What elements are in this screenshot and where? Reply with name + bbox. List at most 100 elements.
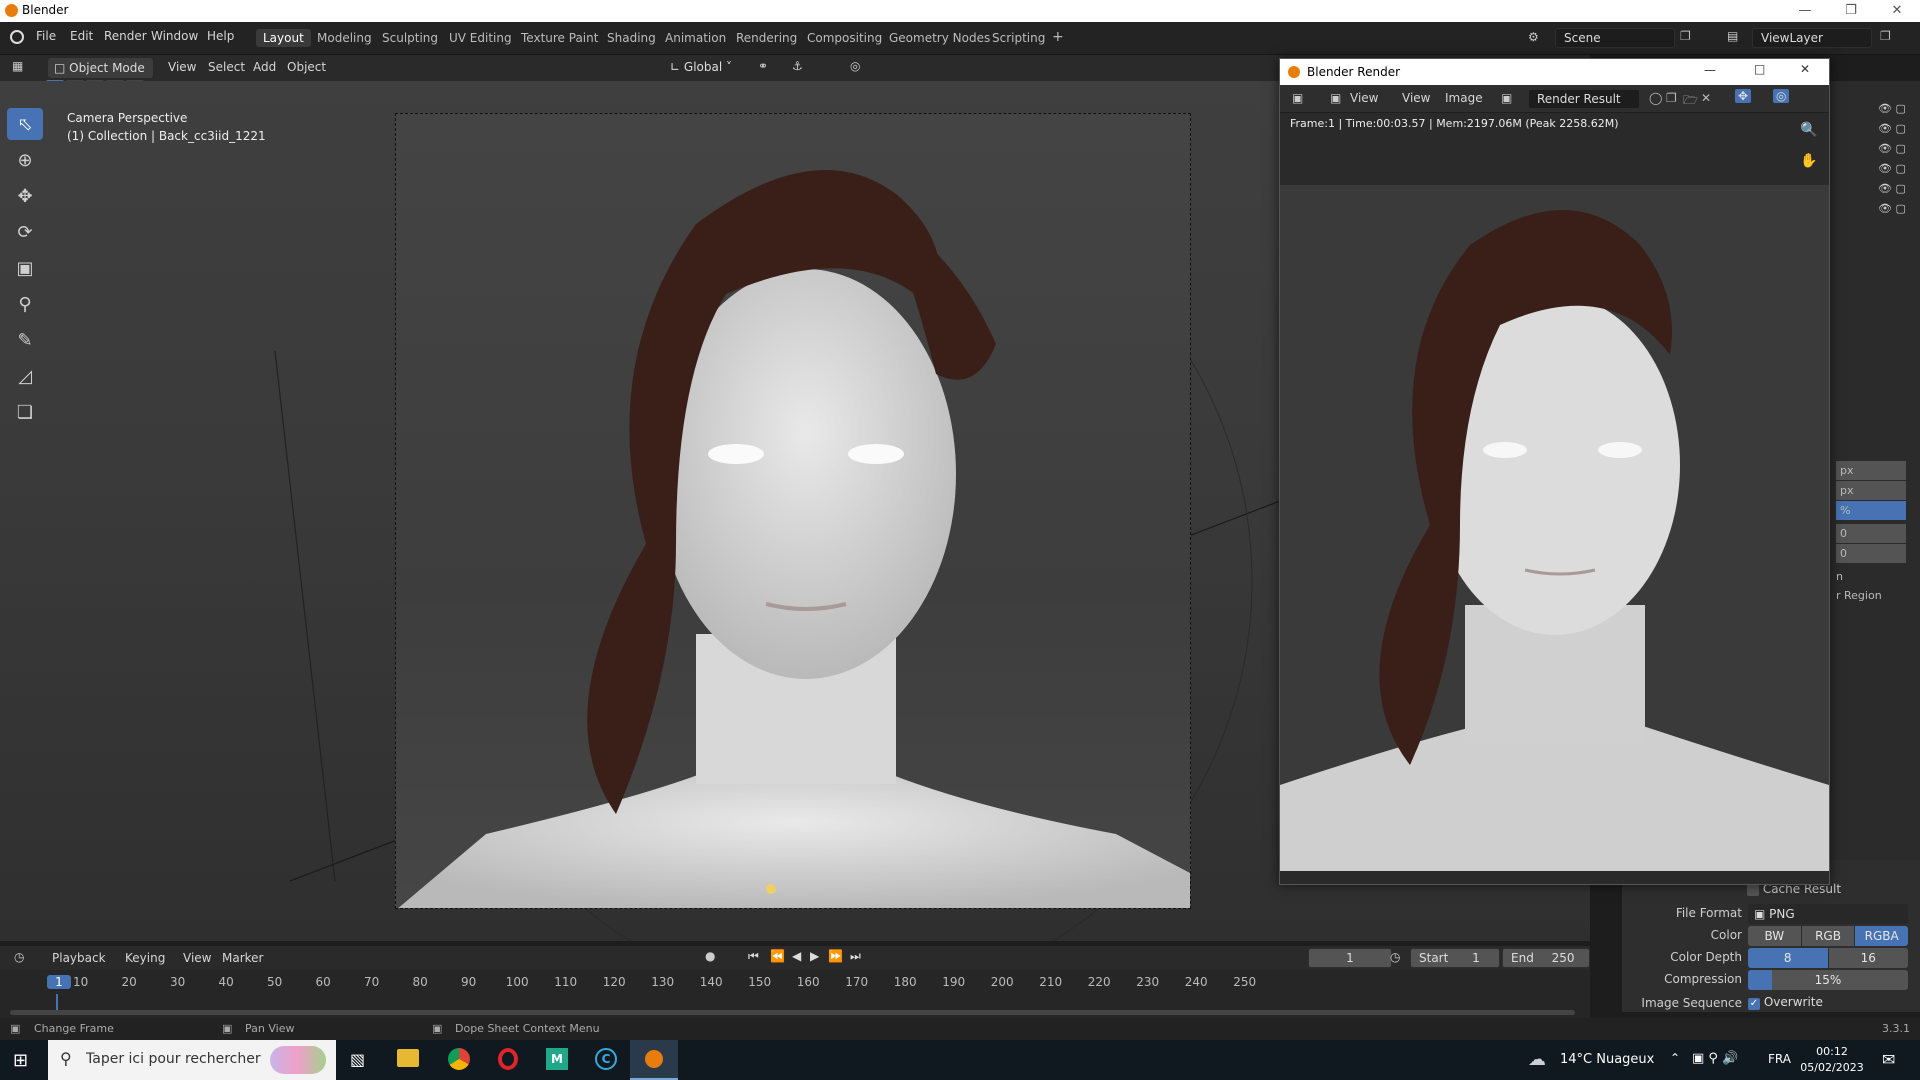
viewport-menu-add[interactable]: Add [253, 60, 276, 74]
end-frame-field[interactable]: End 250 [1502, 948, 1590, 968]
jump-start-icon[interactable]: ⏮ [748, 949, 759, 964]
mode-dropdown[interactable]: □ Object Mode ˅ [48, 58, 153, 95]
timeline-editor-type-icon[interactable]: ◷ [14, 950, 24, 964]
keyframe-record-icon[interactable]: ● [705, 949, 715, 963]
tab-layout[interactable]: Layout [256, 29, 311, 47]
render-view-mode-dropdown[interactable]: View [1350, 91, 1378, 105]
start-frame-field[interactable]: Start 1 [1410, 948, 1500, 968]
new-image-icon[interactable]: ❐ [1666, 91, 1677, 105]
render-menu-image[interactable]: Image [1445, 91, 1483, 105]
current-frame-field[interactable]: 1 [1308, 948, 1392, 968]
viewlayer-icon[interactable]: ▤ [1727, 29, 1738, 43]
play-reverse-icon[interactable]: ◀ [792, 949, 801, 963]
orientation-dropdown[interactable]: ∟ Global ˅ [670, 60, 732, 74]
menu-window[interactable]: Window [151, 29, 198, 43]
tab-shading[interactable]: Shading [600, 29, 663, 47]
jump-next-keyframe-icon[interactable]: ⏩ [828, 949, 843, 963]
aspect-x-value[interactable]: 0 [1836, 524, 1906, 543]
timeline-current-frame-marker[interactable]: 1 [47, 975, 71, 989]
viewport-menu-object[interactable]: Object [287, 60, 326, 74]
file-format-dropdown[interactable]: ▣ PNG [1748, 904, 1908, 924]
eye-icon[interactable]: 👁 ▢ [1878, 159, 1906, 179]
taskbar-search[interactable]: ⚲ Taper ici pour rechercher [48, 1040, 336, 1080]
menu-file[interactable]: File [36, 29, 56, 43]
tab-rendering[interactable]: Rendering [729, 29, 804, 47]
color-rgba-option[interactable]: RGBA [1855, 926, 1909, 946]
new-viewlayer-icon[interactable]: ❐ [1880, 29, 1891, 43]
aspect-y-value[interactable]: 0 [1836, 544, 1906, 563]
restore-button[interactable]: ❐ [1828, 0, 1874, 22]
unlink-image-icon[interactable]: ✕ [1701, 91, 1711, 105]
close-button[interactable]: ✕ [1874, 0, 1920, 22]
render-close-button[interactable]: ✕ [1800, 62, 1810, 76]
timeline-ruler[interactable]: 1 10 20 30 40 50 60 70 80 90 100 110 120 130 140 150 160… [0, 972, 1590, 1012]
menu-render[interactable]: Render [104, 29, 147, 43]
opera-icon[interactable] [498, 1048, 518, 1070]
image-browse-icon[interactable]: ▣ [1501, 91, 1512, 105]
app-m-icon[interactable]: M [546, 1048, 568, 1070]
image-editor-type-icon[interactable]: ▣ [1292, 91, 1303, 105]
color-rgb-option[interactable]: RGB [1801, 926, 1855, 946]
cache-result-checkbox[interactable] [1747, 883, 1759, 896]
tab-compositing[interactable]: Compositing [800, 29, 889, 47]
viewlayer-field[interactable]: ViewLayer [1752, 28, 1872, 48]
move-tool-icon[interactable]: ✥ [7, 180, 43, 212]
eye-icon[interactable]: 👁 ▢ [1878, 99, 1906, 119]
minimize-button[interactable]: — [1782, 0, 1828, 22]
annotate-tool-icon[interactable]: ✎ [7, 324, 43, 356]
tab-texture-paint[interactable]: Texture Paint [514, 29, 605, 47]
menu-edit[interactable]: Edit [70, 29, 93, 43]
notifications-icon[interactable]: ✉ [1882, 1050, 1895, 1069]
tab-sculpting[interactable]: Sculpting [375, 29, 445, 47]
eye-icon[interactable]: 👁 ▢ [1878, 179, 1906, 199]
zoom-icon[interactable]: 🔍 [1800, 122, 1817, 138]
show-hidden-icons-icon[interactable]: ⌃ [1670, 1051, 1680, 1065]
timeline-menu-view[interactable]: View [183, 951, 211, 965]
select-box-tool-icon[interactable]: ⬁ [7, 108, 43, 140]
chrome-icon[interactable] [448, 1048, 470, 1070]
scale-tool-icon[interactable]: ▣ [7, 252, 43, 284]
viewport-menu-select[interactable]: Select [208, 60, 245, 74]
timeline-menu-keying[interactable]: Keying [125, 951, 165, 965]
render-result-image[interactable] [1280, 185, 1829, 871]
add-cube-tool-icon[interactable]: ❏ [7, 396, 43, 428]
blender-menu-icon[interactable] [10, 30, 24, 44]
overwrite-row[interactable]: ✓ Overwrite [1748, 995, 1823, 1010]
eye-icon[interactable]: 👁 ▢ [1878, 199, 1906, 219]
new-scene-icon[interactable]: ❐ [1680, 29, 1691, 43]
file-explorer-icon[interactable] [397, 1049, 419, 1067]
weather-text[interactable]: 14°C Nuageux [1560, 1052, 1654, 1067]
timeline-menu-playback[interactable]: Playback [52, 951, 106, 965]
render-menu-view[interactable]: View [1402, 91, 1430, 105]
jump-end-icon[interactable]: ⏭ [850, 949, 861, 964]
measure-tool-icon[interactable]: ◿ [7, 360, 43, 392]
scene-field[interactable]: Scene [1555, 28, 1675, 48]
editor-type-icon[interactable]: ▦ [12, 59, 23, 73]
tab-scripting[interactable]: Scripting [985, 29, 1052, 47]
open-image-icon[interactable]: 🗁 [1683, 91, 1698, 112]
compression-slider[interactable]: 15% [1748, 970, 1908, 990]
eye-icon[interactable]: 👁 ▢ [1878, 119, 1906, 139]
weather-cloud-icon[interactable]: ☁ [1528, 1049, 1546, 1070]
menu-help[interactable]: Help [207, 29, 234, 43]
color-bw-option[interactable]: BW [1748, 926, 1801, 946]
language-indicator[interactable]: FRA [1768, 1052, 1791, 1066]
viewport-menu-view[interactable]: View [168, 60, 196, 74]
image-name-field[interactable]: Render Result [1528, 89, 1640, 109]
tab-geometry-nodes[interactable]: Geometry Nodes [882, 29, 997, 47]
clock-icon[interactable]: ◷ [1390, 950, 1400, 964]
overwrite-checkbox[interactable]: ✓ [1748, 998, 1760, 1010]
timeline-menu-marker[interactable]: Marker [222, 951, 263, 965]
cursor-tool-icon[interactable]: ⊕ [7, 144, 43, 176]
add-workspace-icon[interactable]: + [1052, 29, 1064, 45]
proportional-edit-icon[interactable]: ◎ [850, 59, 860, 73]
color-depth-8-option[interactable]: 8 [1748, 948, 1828, 968]
view-mode-icon[interactable]: ▣ [1330, 91, 1341, 105]
overlay-toggle-icon[interactable]: ◎ [1773, 89, 1790, 103]
snap-icon[interactable]: ⚓ [792, 59, 803, 73]
eye-icon[interactable]: 👁 ▢ [1878, 139, 1906, 159]
play-icon[interactable]: ▶ [810, 949, 819, 963]
color-depth-16-option[interactable]: 16 [1828, 948, 1908, 968]
system-tray-icons[interactable]: ▣ ⚲ 🔊 [1692, 1051, 1738, 1066]
rotate-tool-icon[interactable]: ⟳ [7, 216, 43, 248]
